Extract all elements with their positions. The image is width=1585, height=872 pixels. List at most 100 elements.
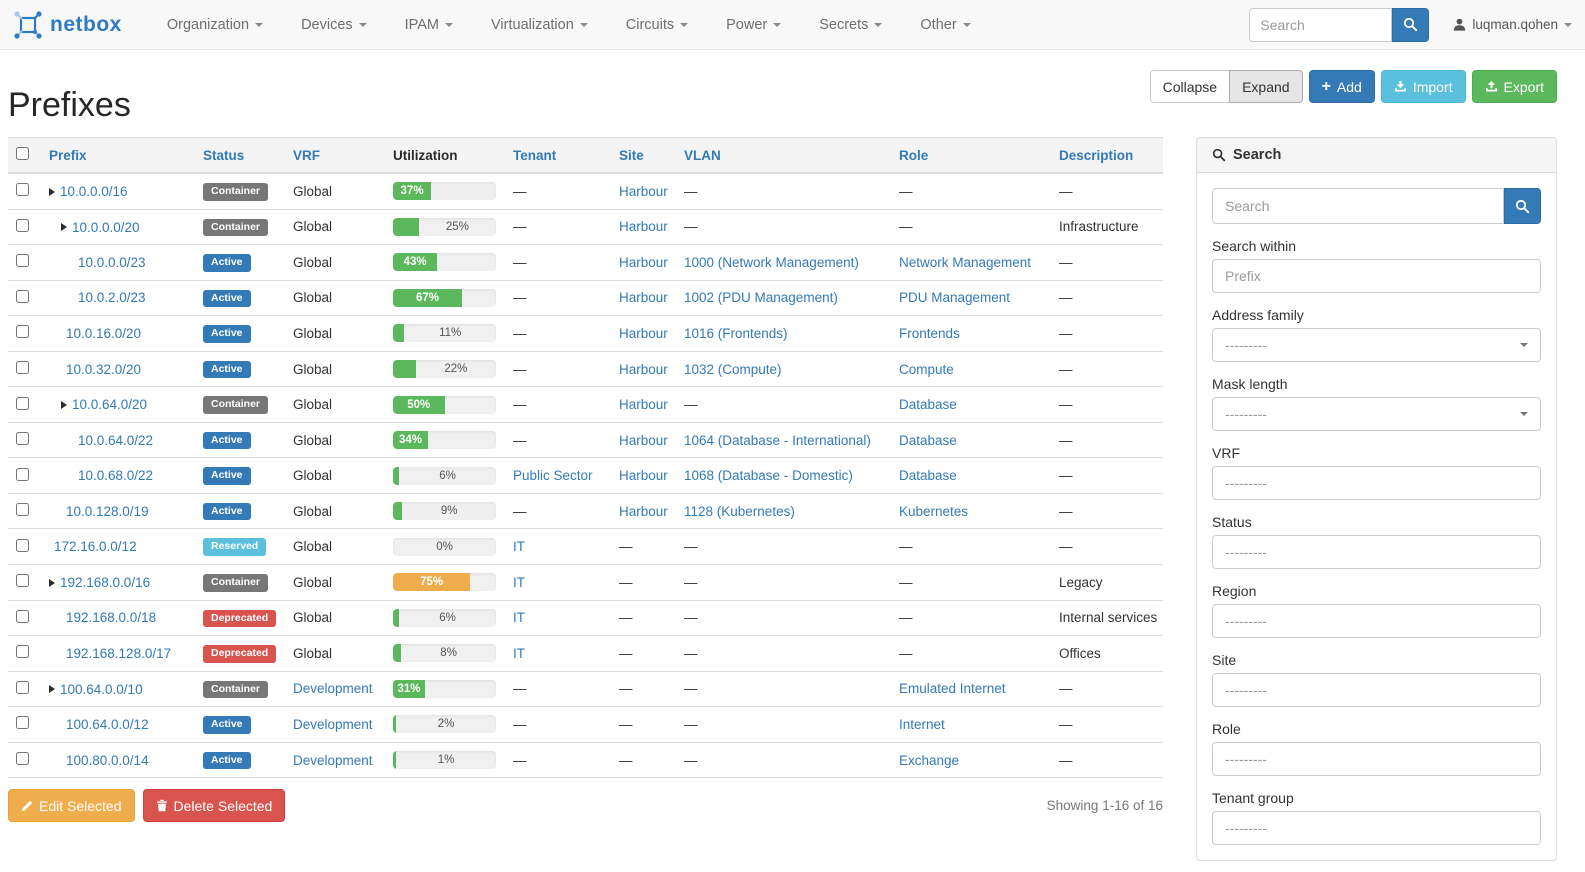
- prefix-link[interactable]: 10.0.0.0/23: [78, 255, 146, 270]
- prefix-link[interactable]: 10.0.16.0/20: [66, 326, 141, 341]
- column-header-site[interactable]: Site: [611, 138, 676, 174]
- role-link[interactable]: Compute: [899, 362, 954, 377]
- filter-search-input[interactable]: [1212, 188, 1504, 224]
- site-link[interactable]: Harbour: [619, 504, 668, 519]
- add-button[interactable]: + Add: [1309, 70, 1375, 103]
- site-link[interactable]: Harbour: [619, 433, 668, 448]
- global-search-button[interactable]: [1392, 8, 1429, 42]
- row-checkbox[interactable]: [16, 432, 29, 445]
- prefix-link[interactable]: 192.168.0.0/18: [66, 610, 156, 625]
- user-menu[interactable]: luqman.qohen: [1453, 17, 1572, 32]
- column-header-tenant[interactable]: Tenant: [505, 138, 611, 174]
- column-header-role[interactable]: Role: [891, 138, 1051, 174]
- edit-selected-button[interactable]: Edit Selected: [8, 789, 135, 822]
- menu-item-circuits[interactable]: Circuits: [607, 17, 707, 33]
- site-link[interactable]: Harbour: [619, 326, 668, 341]
- role-link[interactable]: Frontends: [899, 326, 960, 341]
- search-within-input[interactable]: Prefix: [1212, 259, 1541, 293]
- prefix-link[interactable]: 10.0.68.0/22: [78, 468, 153, 483]
- vrf-link[interactable]: Development: [293, 681, 373, 696]
- site-select[interactable]: ---------: [1212, 673, 1541, 707]
- site-link[interactable]: Harbour: [619, 397, 668, 412]
- prefix-link[interactable]: 10.0.0.0/16: [60, 184, 128, 199]
- menu-item-secrets[interactable]: Secrets: [800, 17, 901, 33]
- vlan-link[interactable]: 1002 (PDU Management): [684, 290, 838, 305]
- role-link[interactable]: Database: [899, 397, 957, 412]
- row-checkbox[interactable]: [16, 254, 29, 267]
- netbox-brand[interactable]: netbox: [13, 10, 122, 40]
- menu-item-devices[interactable]: Devices: [282, 17, 386, 33]
- expand-button[interactable]: Expand: [1229, 70, 1302, 103]
- column-header-vrf[interactable]: VRF: [285, 138, 385, 174]
- role-link[interactable]: Emulated Internet: [899, 681, 1006, 696]
- global-search-input[interactable]: [1249, 8, 1392, 42]
- vlan-link[interactable]: 1064 (Database - International): [684, 433, 871, 448]
- role-link[interactable]: Database: [899, 433, 957, 448]
- menu-item-virtualization[interactable]: Virtualization: [472, 17, 607, 33]
- row-checkbox[interactable]: [16, 468, 29, 481]
- vrf-link[interactable]: Development: [293, 753, 373, 768]
- row-checkbox[interactable]: [16, 716, 29, 729]
- prefix-link[interactable]: 10.0.64.0/20: [72, 397, 147, 412]
- role-link[interactable]: Database: [899, 468, 957, 483]
- row-checkbox[interactable]: [16, 183, 29, 196]
- role-link[interactable]: Kubernetes: [899, 504, 968, 519]
- row-checkbox[interactable]: [16, 290, 29, 303]
- prefix-link[interactable]: 100.64.0.0/10: [60, 682, 143, 697]
- site-link[interactable]: Harbour: [619, 184, 668, 199]
- menu-item-ipam[interactable]: IPAM: [386, 17, 472, 33]
- vlan-link[interactable]: 1000 (Network Management): [684, 255, 859, 270]
- tenant-link[interactable]: IT: [513, 575, 525, 590]
- region-select[interactable]: ---------: [1212, 604, 1541, 638]
- status-select[interactable]: ---------: [1212, 535, 1541, 569]
- row-checkbox[interactable]: [16, 397, 29, 410]
- row-checkbox[interactable]: [16, 610, 29, 623]
- address-family-select[interactable]: ---------: [1212, 328, 1541, 362]
- import-button[interactable]: Import: [1381, 70, 1466, 103]
- prefix-link[interactable]: 100.64.0.0/12: [66, 717, 149, 732]
- export-button[interactable]: Export: [1472, 70, 1557, 103]
- menu-item-other[interactable]: Other: [901, 17, 989, 33]
- menu-item-power[interactable]: Power: [707, 17, 800, 33]
- column-header-vlan[interactable]: VLAN: [676, 138, 891, 174]
- menu-item-organization[interactable]: Organization: [148, 17, 282, 33]
- role-link[interactable]: Internet: [899, 717, 945, 732]
- site-link[interactable]: Harbour: [619, 468, 668, 483]
- mask-length-select[interactable]: ---------: [1212, 397, 1541, 431]
- prefix-link[interactable]: 100.80.0.0/14: [66, 753, 149, 768]
- tenant-link[interactable]: IT: [513, 646, 525, 661]
- site-link[interactable]: Harbour: [619, 290, 668, 305]
- site-link[interactable]: Harbour: [619, 362, 668, 377]
- filter-search-button[interactable]: [1504, 188, 1541, 224]
- tenant-group-select[interactable]: ---------: [1212, 811, 1541, 845]
- column-header-status[interactable]: Status: [195, 138, 285, 174]
- tenant-link[interactable]: IT: [513, 610, 525, 625]
- prefix-link[interactable]: 192.168.0.0/16: [60, 575, 150, 590]
- vlan-link[interactable]: 1032 (Compute): [684, 362, 782, 377]
- column-header-prefix[interactable]: Prefix: [41, 138, 195, 174]
- vlan-link[interactable]: 1016 (Frontends): [684, 326, 788, 341]
- row-checkbox[interactable]: [16, 361, 29, 374]
- role-link[interactable]: PDU Management: [899, 290, 1010, 305]
- row-checkbox[interactable]: [16, 681, 29, 694]
- tenant-link[interactable]: Public Sector: [513, 468, 593, 483]
- row-checkbox[interactable]: [16, 752, 29, 765]
- row-checkbox[interactable]: [16, 574, 29, 587]
- tenant-link[interactable]: IT: [513, 539, 525, 554]
- site-link[interactable]: Harbour: [619, 219, 668, 234]
- role-select[interactable]: ---------: [1212, 742, 1541, 776]
- vrf-select[interactable]: ---------: [1212, 466, 1541, 500]
- prefix-link[interactable]: 10.0.32.0/20: [66, 362, 141, 377]
- prefix-link[interactable]: 10.0.2.0/23: [78, 290, 146, 305]
- vlan-link[interactable]: 1128 (Kubernetes): [684, 504, 795, 519]
- row-checkbox[interactable]: [16, 645, 29, 658]
- delete-selected-button[interactable]: Delete Selected: [143, 789, 286, 822]
- role-link[interactable]: Exchange: [899, 753, 959, 768]
- row-checkbox[interactable]: [16, 503, 29, 516]
- prefix-link[interactable]: 10.0.128.0/19: [66, 504, 149, 519]
- row-checkbox[interactable]: [16, 539, 29, 552]
- select-all-checkbox[interactable]: [16, 147, 29, 160]
- vlan-link[interactable]: 1068 (Database - Domestic): [684, 468, 853, 483]
- prefix-link[interactable]: 10.0.64.0/22: [78, 433, 153, 448]
- vrf-link[interactable]: Development: [293, 717, 373, 732]
